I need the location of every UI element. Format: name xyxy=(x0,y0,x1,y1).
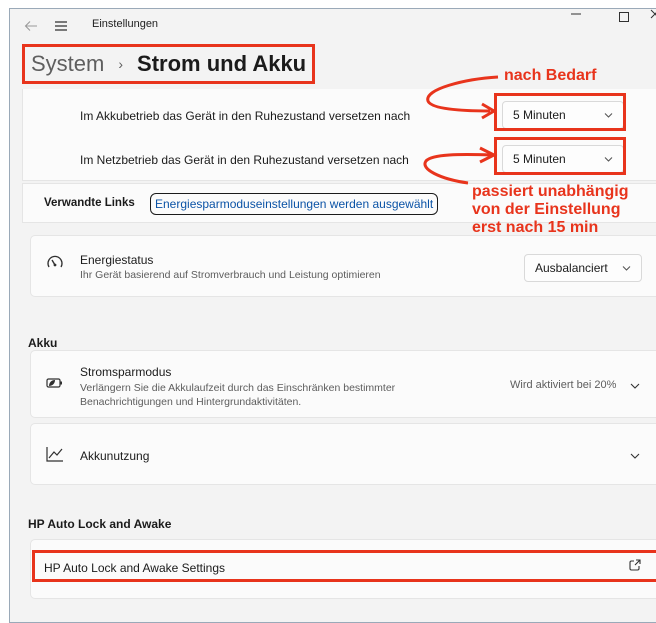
annotation-on-demand: nach Bedarf xyxy=(504,67,597,84)
annotation-note-line1: passiert unabhängig xyxy=(472,183,629,200)
annotation-arrows xyxy=(423,75,499,185)
annotation-note-line3: erst nach 15 min xyxy=(472,219,599,236)
annotation-note-line2: von der Einstellung xyxy=(472,201,621,218)
settings-window: Einstellungen System › Strom und Akku Im… xyxy=(9,8,656,623)
